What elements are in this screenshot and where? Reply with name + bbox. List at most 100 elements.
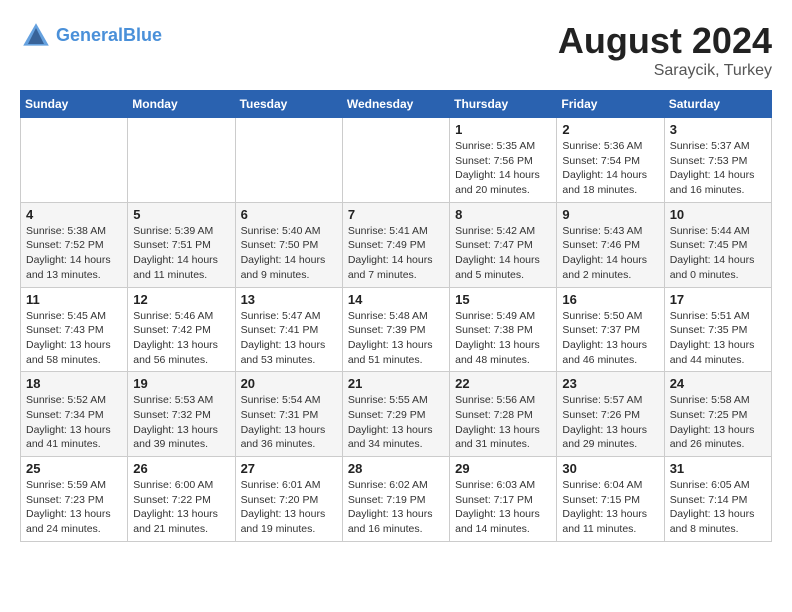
calendar-cell: 30 Sunrise: 6:04 AM Sunset: 7:15 PM Dayli… xyxy=(557,457,664,542)
calendar-cell: 18 Sunrise: 5:52 AM Sunset: 7:34 PM Dayli… xyxy=(21,372,128,457)
day-number: 29 xyxy=(455,461,551,476)
day-number: 28 xyxy=(348,461,444,476)
day-number: 22 xyxy=(455,376,551,391)
day-number: 7 xyxy=(348,207,444,222)
day-number: 19 xyxy=(133,376,229,391)
logo-line2: Blue xyxy=(123,25,162,45)
calendar-cell: 3Sunrise: 5:37 AM Sunset: 7:53 PM Daylig… xyxy=(664,118,771,203)
day-info: Sunrise: 5:56 AM Sunset: 7:28 PM Dayligh… xyxy=(455,393,551,452)
day-info: Sunrise: 5:55 AM Sunset: 7:29 PM Dayligh… xyxy=(348,393,444,452)
day-info: Sunrise: 5:36 AM Sunset: 7:54 PM Dayligh… xyxy=(562,139,658,198)
day-number: 13 xyxy=(241,292,337,307)
day-number: 17 xyxy=(670,292,766,307)
day-info: Sunrise: 5:39 AM Sunset: 7:51 PM Dayligh… xyxy=(133,224,229,283)
day-info: Sunrise: 5:59 AM Sunset: 7:23 PM Dayligh… xyxy=(26,478,122,537)
day-info: Sunrise: 6:05 AM Sunset: 7:14 PM Dayligh… xyxy=(670,478,766,537)
calendar-cell: 8 Sunrise: 5:42 AM Sunset: 7:47 PM Daylig… xyxy=(450,202,557,287)
day-number: 4 xyxy=(26,207,122,222)
logo-icon xyxy=(20,20,52,52)
day-info: Sunrise: 5:37 AM Sunset: 7:53 PM Dayligh… xyxy=(670,139,766,198)
logo-line1: General xyxy=(56,25,123,45)
calendar-cell: 25 Sunrise: 5:59 AM Sunset: 7:23 PM Dayli… xyxy=(21,457,128,542)
calendar-cell: 28 Sunrise: 6:02 AM Sunset: 7:19 PM Dayli… xyxy=(342,457,449,542)
day-header-tuesday: Tuesday xyxy=(235,91,342,118)
day-info: Sunrise: 5:38 AM Sunset: 7:52 PM Dayligh… xyxy=(26,224,122,283)
week-row-4: 18 Sunrise: 5:52 AM Sunset: 7:34 PM Dayli… xyxy=(21,372,772,457)
calendar-cell: 27 Sunrise: 6:01 AM Sunset: 7:20 PM Dayli… xyxy=(235,457,342,542)
day-number: 30 xyxy=(562,461,658,476)
calendar-cell: 19 Sunrise: 5:53 AM Sunset: 7:32 PM Dayli… xyxy=(128,372,235,457)
calendar-cell: 4 Sunrise: 5:38 AM Sunset: 7:52 PM Daylig… xyxy=(21,202,128,287)
calendar-cell: 23Sunrise: 5:57 AM Sunset: 7:26 PM Dayli… xyxy=(557,372,664,457)
day-info: Sunrise: 6:00 AM Sunset: 7:22 PM Dayligh… xyxy=(133,478,229,537)
day-info: Sunrise: 5:54 AM Sunset: 7:31 PM Dayligh… xyxy=(241,393,337,452)
day-info: Sunrise: 6:02 AM Sunset: 7:19 PM Dayligh… xyxy=(348,478,444,537)
day-number: 15 xyxy=(455,292,551,307)
calendar-cell: 9Sunrise: 5:43 AM Sunset: 7:46 PM Daylig… xyxy=(557,202,664,287)
calendar-cell: 31 Sunrise: 6:05 AM Sunset: 7:14 PM Dayli… xyxy=(664,457,771,542)
calendar-cell xyxy=(128,118,235,203)
day-info: Sunrise: 5:51 AM Sunset: 7:35 PM Dayligh… xyxy=(670,309,766,368)
calendar-cell xyxy=(342,118,449,203)
calendar-cell: 12 Sunrise: 5:46 AM Sunset: 7:42 PM Dayli… xyxy=(128,287,235,372)
day-info: Sunrise: 5:42 AM Sunset: 7:47 PM Dayligh… xyxy=(455,224,551,283)
calendar-cell xyxy=(235,118,342,203)
calendar-cell: 22 Sunrise: 5:56 AM Sunset: 7:28 PM Dayli… xyxy=(450,372,557,457)
week-row-2: 4 Sunrise: 5:38 AM Sunset: 7:52 PM Daylig… xyxy=(21,202,772,287)
day-info: Sunrise: 5:48 AM Sunset: 7:39 PM Dayligh… xyxy=(348,309,444,368)
title-block: August 2024 Saraycik, Turkey xyxy=(558,20,772,80)
calendar-cell: 7 Sunrise: 5:41 AM Sunset: 7:49 PM Daylig… xyxy=(342,202,449,287)
day-number: 12 xyxy=(133,292,229,307)
day-header-monday: Monday xyxy=(128,91,235,118)
day-number: 10 xyxy=(670,207,766,222)
calendar-cell: 26 Sunrise: 6:00 AM Sunset: 7:22 PM Dayli… xyxy=(128,457,235,542)
logo-text: GeneralBlue xyxy=(56,26,162,46)
calendar-table: SundayMondayTuesdayWednesdayThursdayFrid… xyxy=(20,90,772,542)
day-info: Sunrise: 5:52 AM Sunset: 7:34 PM Dayligh… xyxy=(26,393,122,452)
day-number: 14 xyxy=(348,292,444,307)
month-year: August 2024 xyxy=(558,20,772,62)
day-header-thursday: Thursday xyxy=(450,91,557,118)
calendar-cell: 20 Sunrise: 5:54 AM Sunset: 7:31 PM Dayli… xyxy=(235,372,342,457)
day-number: 18 xyxy=(26,376,122,391)
calendar-cell: 10 Sunrise: 5:44 AM Sunset: 7:45 PM Dayli… xyxy=(664,202,771,287)
day-number: 23 xyxy=(562,376,658,391)
day-info: Sunrise: 5:44 AM Sunset: 7:45 PM Dayligh… xyxy=(670,224,766,283)
day-header-sunday: Sunday xyxy=(21,91,128,118)
day-number: 16 xyxy=(562,292,658,307)
day-number: 2 xyxy=(562,122,658,137)
day-header-saturday: Saturday xyxy=(664,91,771,118)
day-number: 24 xyxy=(670,376,766,391)
day-info: Sunrise: 6:04 AM Sunset: 7:15 PM Dayligh… xyxy=(562,478,658,537)
day-info: Sunrise: 5:41 AM Sunset: 7:49 PM Dayligh… xyxy=(348,224,444,283)
calendar-cell xyxy=(21,118,128,203)
day-number: 20 xyxy=(241,376,337,391)
day-number: 27 xyxy=(241,461,337,476)
day-info: Sunrise: 5:53 AM Sunset: 7:32 PM Dayligh… xyxy=(133,393,229,452)
calendar-body: 1Sunrise: 5:35 AM Sunset: 7:56 PM Daylig… xyxy=(21,118,772,542)
day-number: 26 xyxy=(133,461,229,476)
week-row-1: 1Sunrise: 5:35 AM Sunset: 7:56 PM Daylig… xyxy=(21,118,772,203)
day-header-friday: Friday xyxy=(557,91,664,118)
calendar-header-row: SundayMondayTuesdayWednesdayThursdayFrid… xyxy=(21,91,772,118)
location: Saraycik, Turkey xyxy=(558,62,772,80)
day-number: 1 xyxy=(455,122,551,137)
calendar-cell: 11Sunrise: 5:45 AM Sunset: 7:43 PM Dayli… xyxy=(21,287,128,372)
calendar-cell: 5Sunrise: 5:39 AM Sunset: 7:51 PM Daylig… xyxy=(128,202,235,287)
day-number: 25 xyxy=(26,461,122,476)
day-number: 8 xyxy=(455,207,551,222)
day-number: 31 xyxy=(670,461,766,476)
day-info: Sunrise: 6:01 AM Sunset: 7:20 PM Dayligh… xyxy=(241,478,337,537)
calendar-cell: 1Sunrise: 5:35 AM Sunset: 7:56 PM Daylig… xyxy=(450,118,557,203)
day-info: Sunrise: 5:46 AM Sunset: 7:42 PM Dayligh… xyxy=(133,309,229,368)
day-info: Sunrise: 5:40 AM Sunset: 7:50 PM Dayligh… xyxy=(241,224,337,283)
day-number: 11 xyxy=(26,292,122,307)
calendar-cell: 13 Sunrise: 5:47 AM Sunset: 7:41 PM Dayli… xyxy=(235,287,342,372)
day-info: Sunrise: 5:49 AM Sunset: 7:38 PM Dayligh… xyxy=(455,309,551,368)
day-info: Sunrise: 5:47 AM Sunset: 7:41 PM Dayligh… xyxy=(241,309,337,368)
calendar-cell: 15 Sunrise: 5:49 AM Sunset: 7:38 PM Dayli… xyxy=(450,287,557,372)
day-number: 9 xyxy=(562,207,658,222)
calendar-cell: 16Sunrise: 5:50 AM Sunset: 7:37 PM Dayli… xyxy=(557,287,664,372)
week-row-3: 11Sunrise: 5:45 AM Sunset: 7:43 PM Dayli… xyxy=(21,287,772,372)
day-number: 6 xyxy=(241,207,337,222)
